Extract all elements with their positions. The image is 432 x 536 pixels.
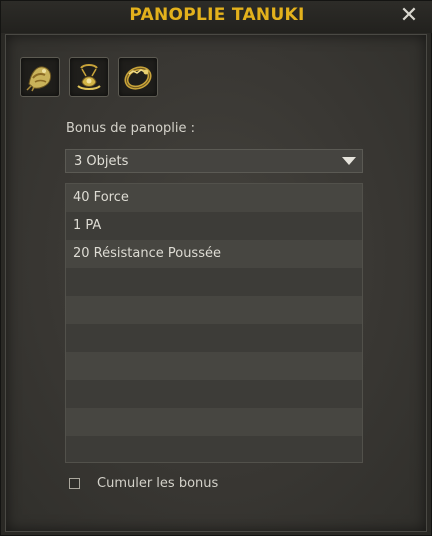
set-window: PANOPLIE TANUKI ✕ Bonus de panoplie: 3 … (0, 0, 432, 536)
list-item (66, 408, 362, 436)
list-item (66, 352, 362, 380)
list-item (66, 268, 362, 296)
close-icon[interactable]: ✕ (397, 3, 421, 29)
list-item (66, 324, 362, 352)
bonus-list[interactable]: 40 Force 1 PA 20 Résistance Poussée (65, 183, 363, 463)
title-bar[interactable]: PANOPLIE TANUKI ✕ (1, 1, 432, 33)
list-item: 20 Résistance Poussée (66, 240, 362, 268)
content-panel: Bonus de panoplie : 3 Objets 40 Force 1 … (5, 34, 427, 532)
list-item (66, 380, 362, 408)
tanuki-ring-icon[interactable] (118, 57, 158, 97)
bonus-count-value: 3 Objets (74, 154, 129, 169)
list-item: 1 PA (66, 212, 362, 240)
list-item: 40 Force (66, 184, 362, 212)
tanuki-amulet-icon[interactable] (69, 57, 109, 97)
bonus-label: Bonus de panoplie : (66, 121, 196, 136)
cumulate-label: Cumuler les bonus (97, 476, 219, 491)
window-title: PANOPLIE TANUKI (129, 5, 305, 25)
tanuki-hat-icon[interactable] (20, 57, 60, 97)
list-item (66, 296, 362, 324)
cumulate-checkbox[interactable] (69, 478, 80, 489)
bonus-count-select[interactable]: 3 Objets (65, 149, 363, 173)
list-item (66, 436, 362, 462)
chevron-down-icon (342, 157, 356, 165)
